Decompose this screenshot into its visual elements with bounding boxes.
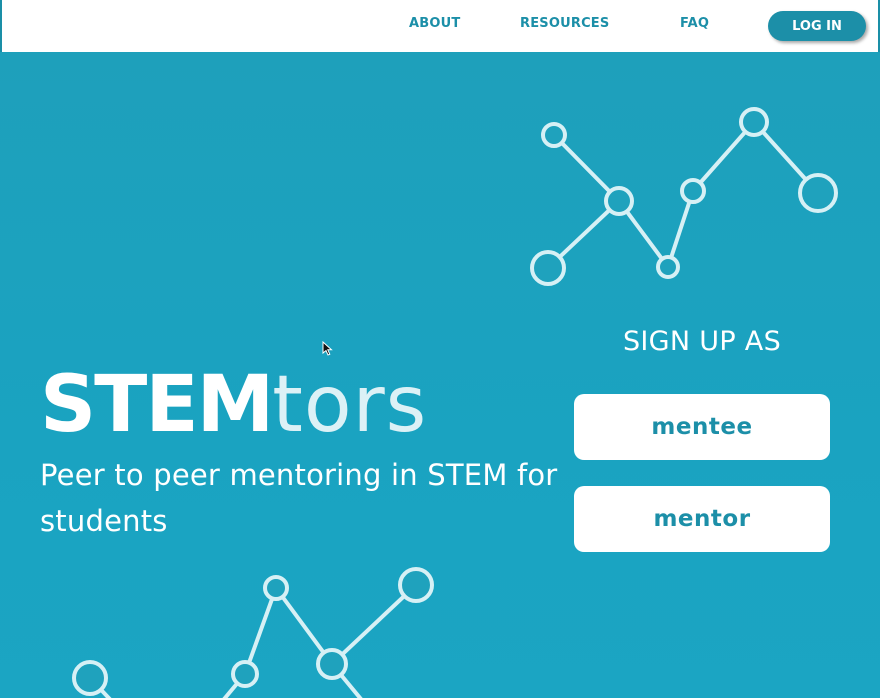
brand-bold-text: STEM [40, 360, 274, 450]
signup-heading: SIGN UP AS [622, 326, 782, 357]
hero-tagline: Peer to peer mentoring in STEM for stude… [40, 458, 558, 538]
login-button[interactable]: LOG IN [768, 11, 866, 41]
nav-faq-link[interactable]: FAQ [680, 16, 709, 31]
brand-light-text: tors [272, 360, 428, 450]
brand-logo-title: STEMtors [40, 360, 427, 450]
signup-mentor-button[interactable]: mentor [574, 486, 830, 552]
mouse-cursor-icon [322, 341, 333, 356]
top-navbar: ABOUT RESOURCES FAQ LOG IN [0, 0, 880, 52]
signup-mentee-button[interactable]: mentee [574, 394, 830, 460]
nav-resources-link[interactable]: RESOURCES [520, 16, 609, 31]
nav-about-link[interactable]: ABOUT [409, 16, 460, 31]
